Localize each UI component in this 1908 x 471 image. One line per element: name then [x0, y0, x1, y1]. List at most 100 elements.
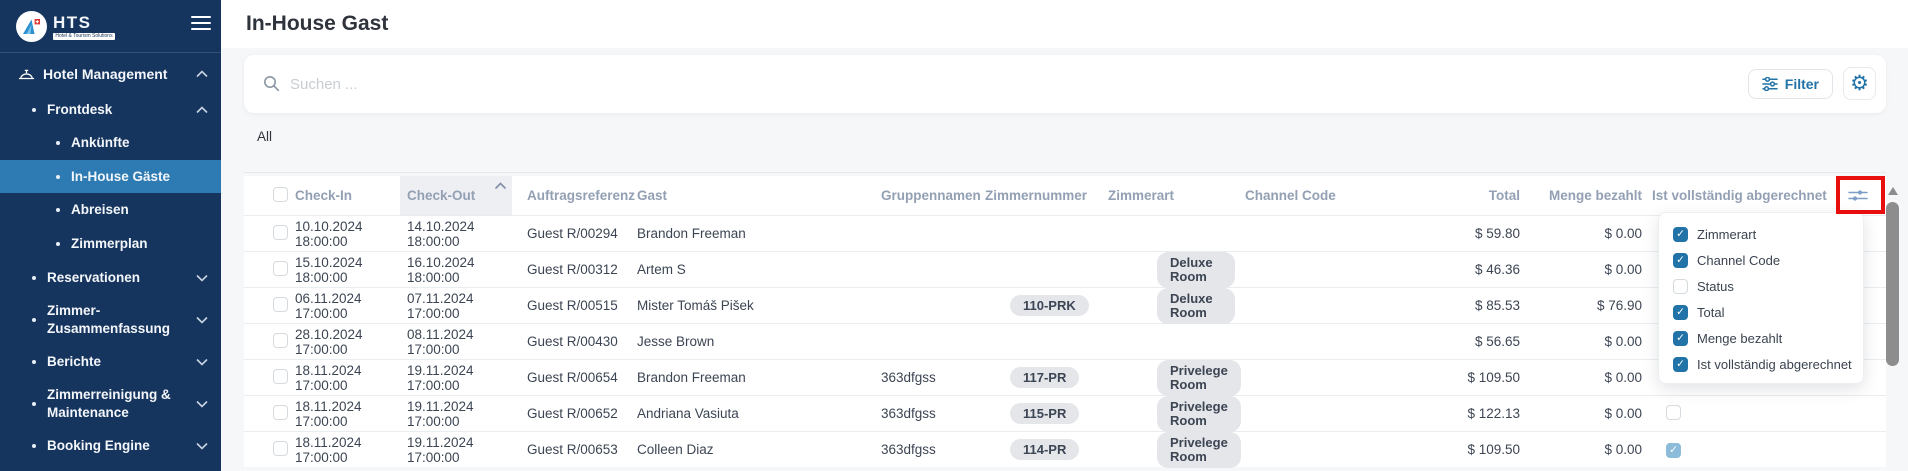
- column-header-channel-code[interactable]: Channel Code: [1235, 188, 1390, 203]
- tab-all[interactable]: All: [257, 129, 272, 144]
- bullet-icon: [32, 108, 36, 112]
- sidebar-item-booking-engine[interactable]: Booking Engine: [0, 429, 221, 463]
- bullet-icon: [32, 444, 36, 448]
- filter-button[interactable]: Filter: [1748, 69, 1833, 99]
- sidebar-item-zimmerplan[interactable]: Zimmerplan: [0, 227, 221, 261]
- bullet-icon: [56, 175, 60, 179]
- room-type-badge: Privelege Room: [1157, 396, 1241, 432]
- sidebar-header: HTS Hotel & Tourism Solutions: [0, 0, 221, 53]
- room-number-badge: 110-PRK: [1010, 295, 1089, 316]
- checkbox-icon: [1673, 253, 1688, 268]
- column-toggle-channel-code[interactable]: Channel Code: [1673, 247, 1863, 273]
- bullet-icon: [32, 402, 36, 406]
- page-header-band: [221, 0, 1908, 48]
- table-row[interactable]: 06.11.2024 17:00:00 07.11.2024 17:00:00 …: [244, 287, 1886, 323]
- filter-button-label: Filter: [1785, 76, 1819, 92]
- abgerechnet-checkbox[interactable]: [1666, 405, 1681, 420]
- guests-table: Check-In Check-Out Auftragsreferenz Gast…: [244, 176, 1886, 467]
- chevron-up-icon[interactable]: [196, 107, 208, 114]
- checkbox-icon: [1673, 331, 1688, 346]
- column-header-menge-bezahlt[interactable]: Menge bezahlt: [1530, 188, 1650, 203]
- sidebar-item-in-house-gaeste[interactable]: In-House Gäste: [0, 160, 221, 193]
- bullet-icon: [32, 318, 36, 322]
- search-toolbar-card: Filter ⚙: [244, 55, 1886, 113]
- sidebar-item-frontdesk[interactable]: Frontdesk: [0, 94, 221, 126]
- column-header-zimmerart[interactable]: Zimmerart: [1100, 188, 1235, 203]
- table-row[interactable]: 18.11.2024 17:00:00 19.11.2024 17:00:00 …: [244, 359, 1886, 395]
- column-header-gruppennamen[interactable]: Gruppennamen: [875, 188, 975, 203]
- column-header-checkin[interactable]: Check-In: [290, 188, 400, 203]
- vertical-scrollbar-thumb[interactable]: [1886, 202, 1899, 366]
- column-toggle-zimmerart[interactable]: Zimmerart: [1673, 221, 1863, 247]
- cloche-icon: [18, 67, 35, 81]
- table-row[interactable]: 18.11.2024 17:00:00 19.11.2024 17:00:00 …: [244, 431, 1886, 467]
- select-all-checkbox[interactable]: [273, 187, 288, 202]
- tabs-divider: [244, 172, 1886, 173]
- chevron-down-icon[interactable]: [196, 275, 208, 282]
- chevron-down-icon[interactable]: [196, 443, 208, 450]
- room-number-badge: 115-PR: [1010, 403, 1079, 424]
- checkbox-icon: [1673, 357, 1688, 372]
- column-toggle-total[interactable]: Total: [1673, 299, 1863, 325]
- sidebar-item-hotel-management[interactable]: Hotel Management: [0, 54, 221, 94]
- column-toggle-menge-bezahlt[interactable]: Menge bezahlt: [1673, 325, 1863, 351]
- sidebar-item-zimmer-zusammenfassung[interactable]: Zimmer-Zusammenfassung: [0, 295, 221, 345]
- room-type-badge: Privelege Room: [1157, 360, 1241, 396]
- sliders-icon: [1762, 77, 1778, 91]
- room-type-badge: Deluxe Room: [1157, 252, 1235, 288]
- bullet-icon: [56, 208, 60, 212]
- row-checkbox[interactable]: [273, 369, 288, 384]
- row-checkbox[interactable]: [273, 225, 288, 240]
- in-house-guests-page: HTS Hotel & Tourism Solutions Hotel Mana…: [0, 0, 1908, 471]
- column-visibility-menu: Zimmerart Channel Code Status Total Meng…: [1658, 212, 1864, 384]
- abgerechnet-checkbox[interactable]: [1666, 443, 1681, 458]
- sidebar-item-abreisen[interactable]: Abreisen: [0, 193, 221, 227]
- sidebar: HTS Hotel & Tourism Solutions Hotel Mana…: [0, 0, 221, 471]
- column-toggle-status[interactable]: Status: [1673, 273, 1863, 299]
- room-number-badge: 117-PR: [1010, 367, 1079, 388]
- room-number-badge: 114-PR: [1010, 439, 1079, 460]
- column-header-auftragsreferenz[interactable]: Auftragsreferenz: [512, 188, 630, 203]
- room-type-badge: Privelege Room: [1157, 432, 1241, 468]
- page-title: In-House Gast: [246, 12, 388, 36]
- table-row[interactable]: 15.10.2024 18:00:00 16.10.2024 18:00:00 …: [244, 251, 1886, 287]
- bullet-icon: [56, 141, 60, 145]
- brand-block: HTS Hotel & Tourism Solutions: [53, 14, 115, 40]
- bullet-icon: [56, 242, 60, 246]
- checkbox-icon: [1673, 279, 1688, 294]
- chevron-down-icon[interactable]: [196, 317, 208, 324]
- column-header-gast[interactable]: Gast: [630, 188, 875, 203]
- column-header-total[interactable]: Total: [1390, 188, 1530, 203]
- chevron-down-icon[interactable]: [196, 359, 208, 366]
- bullet-icon: [32, 360, 36, 364]
- scrollbar-up-arrow[interactable]: [1888, 187, 1898, 195]
- chevron-up-icon[interactable]: [196, 71, 208, 78]
- sidebar-item-berichte[interactable]: Berichte: [0, 345, 221, 379]
- table-row[interactable]: 28.10.2024 17:00:00 08.11.2024 17:00:00 …: [244, 323, 1886, 359]
- column-toggle-ist-abgerechnet[interactable]: Ist vollständig abgerechnet: [1673, 351, 1863, 377]
- room-type-badge: Deluxe Room: [1157, 288, 1235, 324]
- row-checkbox[interactable]: [273, 297, 288, 312]
- bullet-icon: [32, 276, 36, 280]
- column-settings-button[interactable]: [1830, 189, 1886, 202]
- column-header-checkout[interactable]: Check-Out: [400, 176, 512, 215]
- chevron-down-icon[interactable]: [196, 401, 208, 408]
- search-input[interactable]: [290, 69, 990, 99]
- row-checkbox[interactable]: [273, 405, 288, 420]
- sidebar-nav: Hotel Management Frontdesk Ankünfte In-H…: [0, 54, 221, 463]
- brand-tagline: Hotel & Tourism Solutions: [53, 33, 115, 40]
- gear-icon[interactable]: ⚙: [1843, 67, 1876, 100]
- app-logo[interactable]: HTS Hotel & Tourism Solutions: [16, 11, 115, 42]
- table-row[interactable]: 18.11.2024 17:00:00 19.11.2024 17:00:00 …: [244, 395, 1886, 431]
- hamburger-icon[interactable]: [191, 16, 211, 30]
- row-checkbox[interactable]: [273, 333, 288, 348]
- sidebar-item-ankuenfte[interactable]: Ankünfte: [0, 126, 221, 160]
- sidebar-item-zimmerreinigung-maintenance[interactable]: Zimmerreinigung & Maintenance: [0, 379, 221, 429]
- column-header-ist-abgerechnet[interactable]: Ist vollständig abgerechnet: [1650, 188, 1830, 203]
- sidebar-item-reservationen[interactable]: Reservationen: [0, 261, 221, 295]
- table-row[interactable]: 10.10.2024 18:00:00 14.10.2024 18:00:00 …: [244, 215, 1886, 251]
- column-header-zimmernummer[interactable]: Zimmernummer: [975, 188, 1100, 203]
- row-checkbox[interactable]: [273, 441, 288, 456]
- row-checkbox[interactable]: [273, 261, 288, 276]
- brand-name: HTS: [53, 14, 115, 31]
